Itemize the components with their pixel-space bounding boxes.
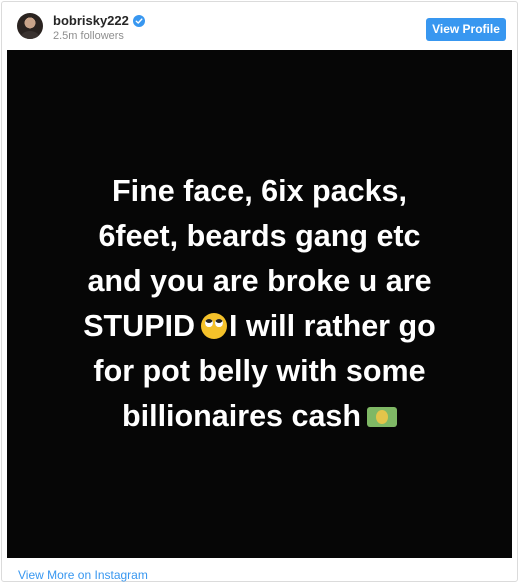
view-more-on-instagram-link[interactable]: View More on Instagram — [18, 568, 148, 582]
image-text: Fine face, 6ix packs, 6feet, beards gang… — [25, 169, 495, 439]
follower-count: 2.5m followers — [53, 30, 124, 42]
post-image[interactable]: Fine face, 6ix packs, 6feet, beards gang… — [7, 50, 512, 558]
image-text-segment: billionaires cash — [121, 399, 361, 433]
username-row: bobrisky222 — [53, 13, 145, 28]
image-text-segment: STUPID — [83, 309, 196, 343]
username[interactable]: bobrisky222 — [53, 13, 129, 28]
post-header: bobrisky222 2.5m followers View Profile — [2, 2, 517, 50]
checkmark-icon — [135, 17, 143, 24]
image-text-line-with-emoji: billionaires cash — [25, 394, 495, 439]
image-text-line: for pot belly with some — [93, 354, 426, 388]
image-text-line: Fine face, 6ix packs, — [112, 174, 407, 208]
view-profile-button[interactable]: View Profile — [426, 18, 506, 41]
image-text-segment: I will rather go — [229, 309, 436, 343]
image-text-line: and you are broke u are — [87, 264, 432, 298]
instagram-embed-card: bobrisky222 2.5m followers View Profile … — [1, 1, 518, 582]
profile-avatar[interactable] — [17, 13, 43, 39]
face-with-rolling-eyes-icon — [201, 313, 228, 339]
image-text-line: 6feet, beards gang etc — [98, 219, 421, 253]
dollar-banknote-icon — [367, 407, 397, 427]
verified-badge-icon — [132, 14, 145, 27]
image-text-line-with-emoji: STUPID I will rather go — [25, 304, 495, 349]
